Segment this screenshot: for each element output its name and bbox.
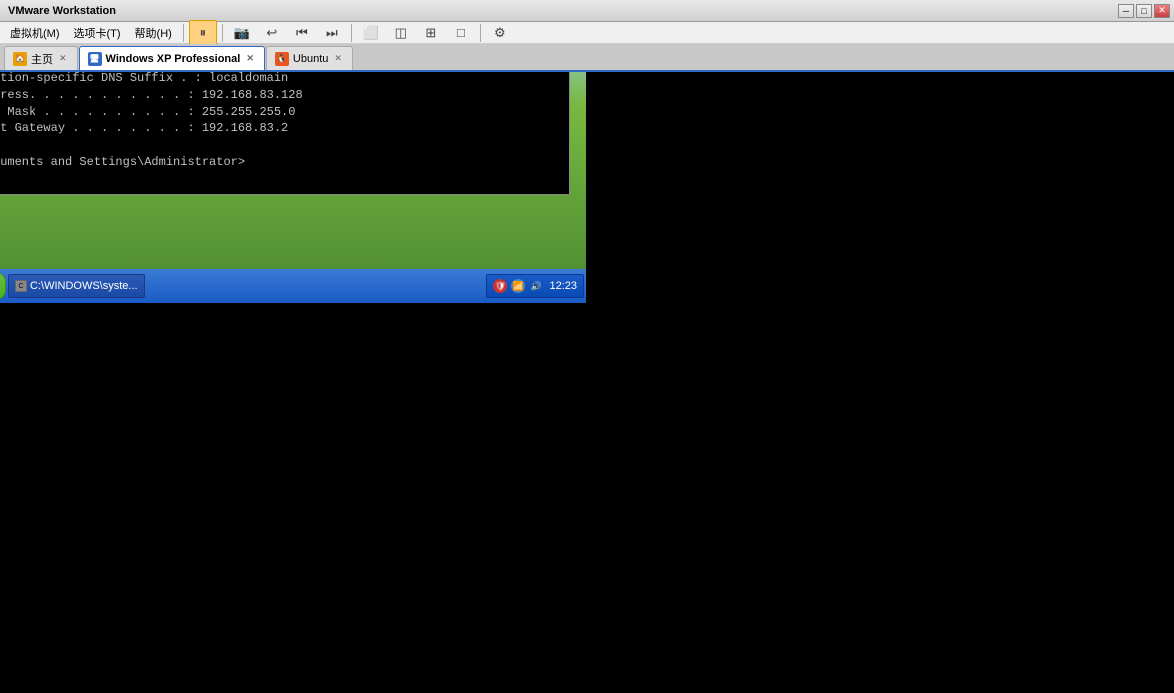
cmd-window[interactable]: C C:\WINDOWS\system32\cmd.exe ─ ✕ Micros… — [0, 72, 570, 195]
toolbar-unity[interactable]: ◫ — [387, 20, 415, 46]
cmd-line14: Default Gateway . . . . . . . . : 192.16… — [0, 120, 563, 137]
tab-bar: 🏠 主页 ✕ 🖥 Windows XP Professional ✕ 🐧 Ubu… — [0, 44, 1174, 72]
start-button[interactable]: ⊞ 开始 — [0, 272, 6, 300]
cmd-line12: IP Address. . . . . . . . . . . : 192.16… — [0, 87, 563, 104]
toolbar-back[interactable]: ⏮ — [288, 20, 316, 46]
taskbar-time: 12:23 — [549, 280, 577, 292]
vm-viewport[interactable]: C C:\WINDOWS\system32\cmd.exe ─ ✕ Micros… — [0, 72, 1174, 693]
cmd-line16: C:\Documents and Settings\Administrator> — [0, 154, 563, 171]
tab-home-label: 主页 — [31, 51, 53, 67]
maximize-button[interactable]: □ — [1136, 4, 1152, 18]
toolbar-sep2 — [351, 24, 352, 42]
titlebar-controls: ─ □ ✕ — [1118, 4, 1170, 18]
toolbar-fullscreen[interactable]: ⬜ — [357, 20, 385, 46]
vmware-titlebar: VMware Workstation ─ □ ✕ — [0, 0, 1174, 22]
tab-winxp-close[interactable]: ✕ — [244, 53, 256, 64]
menu-vm[interactable]: 虚拟机(M) — [4, 23, 66, 43]
toolbar-fit[interactable]: ⊞ — [417, 20, 445, 46]
toolbar-sep3 — [480, 24, 481, 42]
xp-desktop: C C:\WINDOWS\system32\cmd.exe ─ ✕ Micros… — [0, 72, 586, 303]
menu-help[interactable]: 帮助(H) — [129, 23, 178, 43]
toolbar-settings[interactable]: ⚙ — [486, 20, 514, 46]
menu-tab[interactable]: 选项卡(T) — [68, 23, 127, 43]
tray-antivirus-icon: 🛡 — [493, 279, 507, 293]
tab-ubuntu[interactable]: 🐧 Ubuntu ✕ — [266, 46, 353, 70]
tab-winxp[interactable]: 🖥 Windows XP Professional ✕ — [79, 46, 265, 70]
xp-taskbar: ⊞ 开始 C C:\WINDOWS\syste... 🛡 📶 🔊 12:23 — [0, 269, 586, 303]
tab-winxp-label: Windows XP Professional — [106, 53, 241, 65]
tab-home[interactable]: 🏠 主页 ✕ — [4, 46, 78, 70]
tab-ubuntu-label: Ubuntu — [293, 53, 328, 65]
taskbar-cmd-label: C:\WINDOWS\syste... — [30, 280, 138, 292]
minimize-button[interactable]: ─ — [1118, 4, 1134, 18]
toolbar-sep1 — [222, 24, 223, 42]
winxp-icon: 🖥 — [88, 52, 102, 66]
close-button[interactable]: ✕ — [1154, 4, 1170, 18]
vmware-app: VMware Workstation ─ □ ✕ 虚拟机(M) 选项卡(T) 帮… — [0, 0, 1174, 693]
menu-sep — [183, 24, 184, 42]
toolbar-screenshot[interactable]: 📷 — [228, 20, 256, 46]
tray-network-icon: 📶 — [511, 279, 525, 293]
vmware-menubar: 虚拟机(M) 选项卡(T) 帮助(H) ⏸ 📷 ↩ ⏮ ⏭ ⬜ ◫ ⊞ □ ⚙ — [0, 22, 1174, 44]
toolbar-revert[interactable]: ↩ — [258, 20, 286, 46]
tab-home-close[interactable]: ✕ — [57, 53, 69, 64]
taskbar-cmd-icon: C — [15, 280, 27, 292]
cmd-line15 — [0, 137, 563, 154]
toolbar-forward[interactable]: ⏭ — [318, 20, 346, 46]
cmd-line11: Connection-specific DNS Suffix . : local… — [0, 72, 563, 87]
vmware-title: VMware Workstation — [4, 5, 116, 17]
toolbar-pause[interactable]: ⏸ — [189, 20, 217, 46]
systray: 🛡 📶 🔊 12:23 — [486, 274, 584, 298]
toolbar-console[interactable]: □ — [447, 20, 475, 46]
ubuntu-icon: 🐧 — [275, 52, 289, 66]
cmd-content: Microsoft Windows XP [版本 5.1.2600] (C) 版… — [0, 72, 569, 194]
cmd-line13: Subnet Mask . . . . . . . . . . : 255.25… — [0, 104, 563, 121]
home-icon: 🏠 — [13, 52, 27, 66]
tab-ubuntu-close[interactable]: ✕ — [332, 53, 344, 64]
taskbar-cmd-task[interactable]: C C:\WINDOWS\syste... — [8, 274, 145, 298]
tray-volume-icon: 🔊 — [529, 279, 543, 293]
